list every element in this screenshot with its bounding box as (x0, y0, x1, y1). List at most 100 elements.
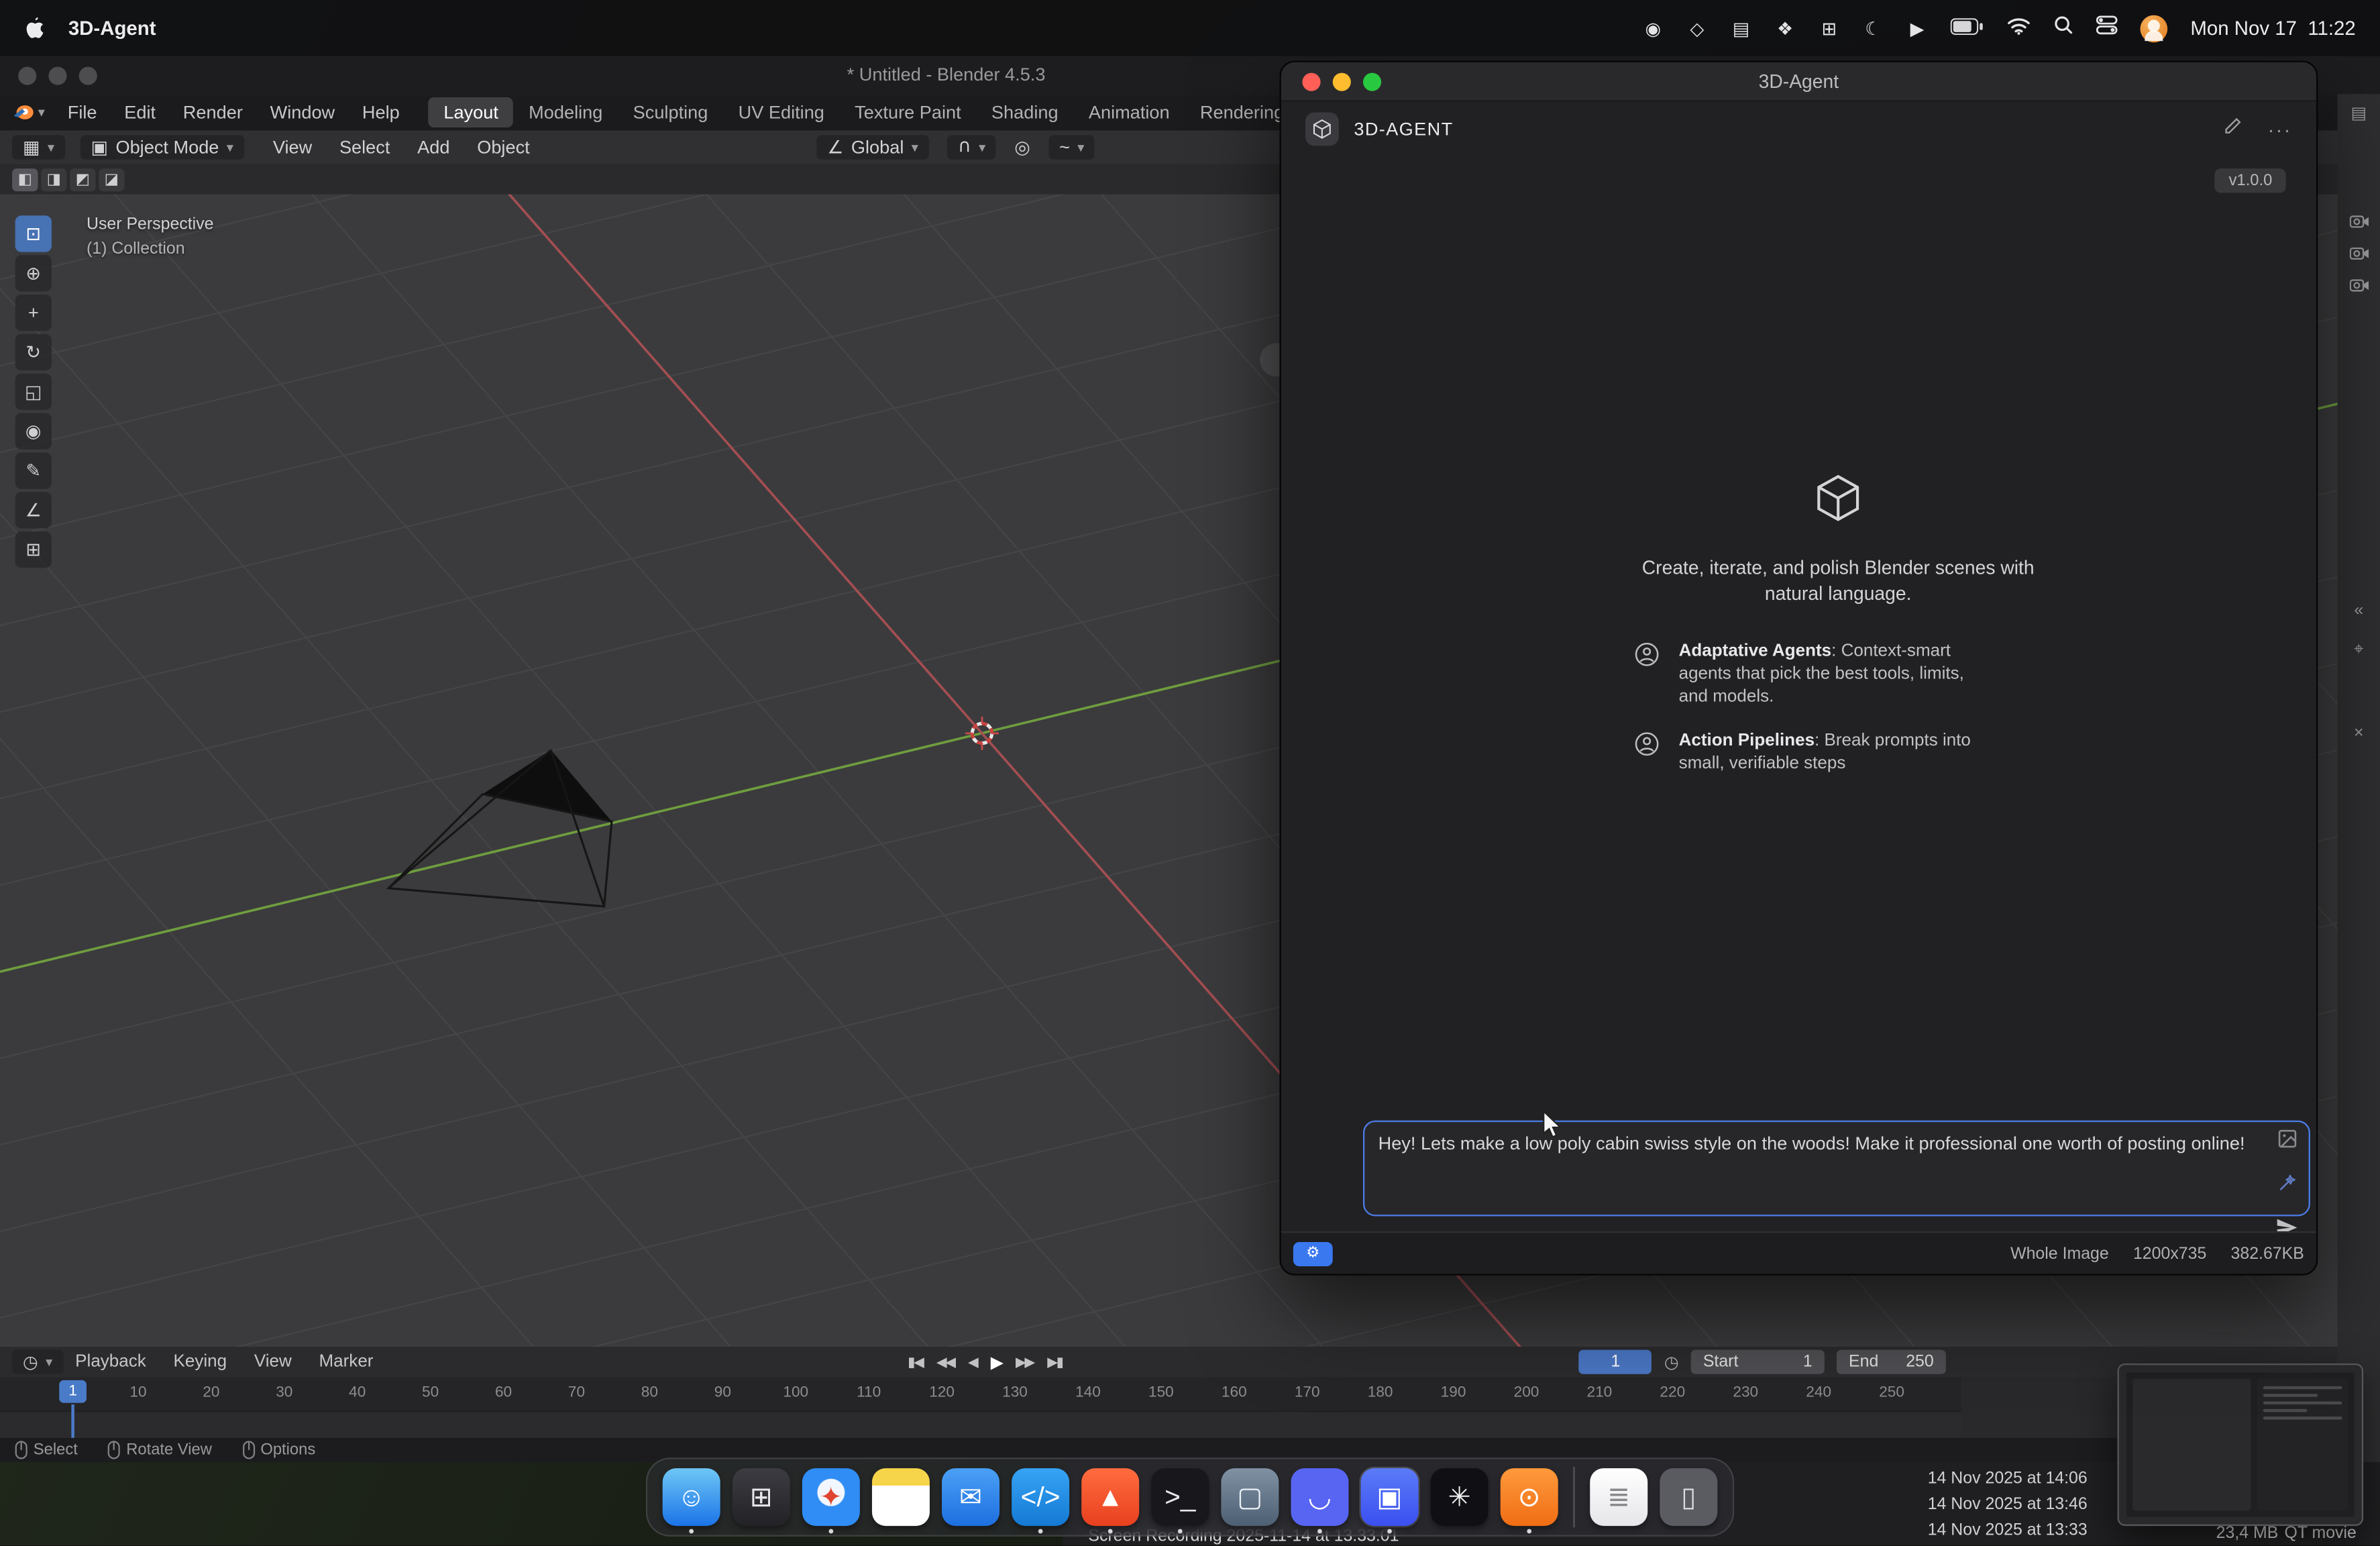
recording-preview-window[interactable] (2118, 1363, 2364, 1526)
timeline-menu-item[interactable]: Marker (307, 1351, 385, 1373)
viewport-menu-item[interactable]: Select (326, 134, 404, 161)
dock-dark-app[interactable]: ✳ (1429, 1467, 1490, 1528)
hex-status-icon[interactable]: ◇ (1686, 17, 1708, 39)
proportional-editing-toggle[interactable]: ◎ (1014, 137, 1030, 158)
attach-image-icon[interactable] (2276, 1128, 2297, 1157)
dock-discord[interactable]: ◡ (1289, 1467, 1350, 1528)
end-frame-field[interactable]: End250 (1837, 1350, 1946, 1374)
tool-cursor[interactable]: ⊕ (15, 255, 52, 291)
proportional-falloff-selector[interactable]: ~▾ (1048, 135, 1095, 159)
tool-add-cube[interactable]: ⊞ (15, 531, 52, 568)
blender-menu-item[interactable]: Window (256, 99, 348, 126)
prev-keyframe-button[interactable]: ◀◀ (936, 1353, 955, 1370)
prompt-input[interactable]: Hey! Lets make a low poly cabin swiss st… (1364, 1122, 2308, 1215)
display-icon[interactable]: ▤ (1731, 17, 1752, 39)
blender-menu-item[interactable]: Help (349, 99, 414, 126)
start-frame-field[interactable]: Start1 (1691, 1350, 1825, 1374)
battery-icon[interactable] (1951, 14, 1984, 42)
workspace-tab[interactable]: Modeling (514, 97, 618, 127)
workspace-tab[interactable]: Texture Paint (840, 97, 977, 127)
timeline-tracks[interactable] (0, 1410, 1961, 1438)
viewport-menu-item[interactable]: Add (404, 134, 464, 161)
capture-settings-button[interactable]: ⚙ (1293, 1241, 1333, 1266)
workspace-tab[interactable]: Layout (429, 97, 514, 127)
tool-annotate[interactable]: ✎ (15, 452, 52, 488)
dock-launchpad[interactable]: ⊞ (731, 1467, 792, 1528)
dock-finder[interactable]: ☺ (661, 1467, 722, 1528)
dock-vscode[interactable]: </> (1010, 1467, 1071, 1528)
camera-toggle-icon-3[interactable] (2349, 278, 2369, 297)
timeline-menu-item[interactable]: Keying (161, 1351, 239, 1373)
tool-scale[interactable]: ◱ (15, 374, 52, 410)
camera-toggle-icon-1[interactable] (2349, 214, 2369, 234)
dock-3d-agent[interactable]: ▣ (1359, 1467, 1420, 1528)
select-mode-extend[interactable]: ◨ (41, 168, 66, 191)
minimize-button-inactive[interactable] (48, 66, 66, 84)
timeline-menu-item[interactable]: View (242, 1351, 304, 1373)
timeline-menu-item[interactable]: Playback (63, 1351, 158, 1373)
mode-selector[interactable]: ▣Object Mode▾ (80, 135, 244, 159)
play-button[interactable]: ▶ (991, 1352, 1002, 1372)
timeline-ruler[interactable]: 1 10203040506070809010011012013014015016… (0, 1377, 1961, 1410)
viewport-menu-item[interactable]: Object (464, 134, 543, 161)
magic-wand-icon[interactable] (2276, 1172, 2297, 1201)
editor-type-selector[interactable]: ▦▾ (12, 135, 65, 159)
dock-notes[interactable] (871, 1467, 932, 1528)
screen-record-icon[interactable]: ◉ (1643, 17, 1664, 39)
viewport-menu-item[interactable]: View (259, 134, 325, 161)
outliner-filter-icon[interactable]: ▤ (2351, 103, 2367, 123)
spotlight-search-icon[interactable] (2054, 14, 2073, 42)
user-avatar[interactable] (2141, 14, 2168, 42)
playhead-line[interactable] (71, 1404, 74, 1438)
collapse-chevron-icon[interactable]: « (2354, 601, 2363, 619)
dock-brave[interactable]: ▲ (1080, 1467, 1141, 1528)
camera-toggle-icon-2[interactable] (2349, 246, 2369, 266)
workspace-tab[interactable]: Sculpting (618, 97, 723, 127)
focus-moon-icon[interactable]: ☾ (1863, 17, 1884, 39)
blender-menu-item[interactable]: File (54, 99, 110, 126)
dock-blender[interactable]: ⊙ (1499, 1467, 1560, 1528)
tool-measure[interactable]: ∠ (15, 492, 52, 528)
menubar-app-name[interactable]: 3D-Agent (68, 17, 156, 40)
pin-icon[interactable]: ⌖ (2354, 641, 2363, 660)
dock-textedit[interactable]: ≣ (1588, 1467, 1649, 1528)
dock-safari[interactable]: ✦ (801, 1467, 862, 1528)
select-mode-intersect[interactable]: ◪ (99, 168, 124, 191)
tool-rotate[interactable]: ↻ (15, 334, 52, 370)
close-panel-icon[interactable]: × (2354, 724, 2364, 742)
blender-menu-item[interactable]: Edit (111, 99, 170, 126)
select-mode-subtract[interactable]: ◩ (70, 168, 95, 191)
snapping-selector[interactable]: ∪▾ (947, 135, 996, 159)
more-options-icon[interactable]: ··· (2268, 117, 2292, 140)
workspace-tab[interactable]: Shading (976, 97, 1073, 127)
edit-pencil-icon[interactable] (2224, 115, 2243, 143)
transform-orientation-selector[interactable]: ∠Global▾ (816, 135, 928, 159)
tool-transform[interactable]: ◉ (15, 413, 52, 449)
next-keyframe-button[interactable]: ▶▶ (1016, 1353, 1034, 1370)
dock-app-window[interactable]: ▢ (1220, 1467, 1281, 1528)
menubar-clock[interactable]: Mon Nov 17 11:22 (2190, 17, 2355, 40)
jump-to-start-button[interactable]: ▮◀ (908, 1353, 922, 1370)
wifi-icon[interactable] (2007, 14, 2031, 42)
play-reverse-button[interactable]: ◀ (968, 1353, 977, 1370)
tool-select-box[interactable]: ⊡ (15, 215, 52, 252)
window-tiling-icon[interactable]: ⊞ (1819, 17, 1840, 39)
zoom-button-inactive[interactable] (79, 66, 97, 84)
finder-size-cell[interactable]: 23,4 MB (2216, 1525, 2279, 1543)
timeline-editor-type[interactable]: ◷▾ (12, 1350, 63, 1374)
extension-icon[interactable]: ❖ (1774, 17, 1796, 39)
workspace-tab[interactable]: UV Editing (723, 97, 840, 127)
blender-logo-icon[interactable]: ▾ (12, 103, 45, 121)
control-center-icon[interactable] (2096, 14, 2118, 42)
finder-kind-cell[interactable]: QT movie (2284, 1525, 2356, 1543)
playback-icon[interactable]: ▶ (1906, 17, 1928, 39)
close-button-inactive[interactable] (18, 66, 36, 84)
dock-terminal[interactable]: >_ (1150, 1467, 1211, 1528)
playhead[interactable]: 1 (59, 1380, 87, 1403)
workspace-tab[interactable]: Animation (1073, 97, 1185, 127)
jump-to-end-button[interactable]: ▶▮ (1047, 1353, 1062, 1370)
tool-move[interactable]: + (15, 295, 52, 331)
blender-menu-item[interactable]: Render (169, 99, 256, 126)
select-mode-new[interactable]: ◧ (12, 168, 38, 191)
apple-menu-icon[interactable] (24, 17, 44, 40)
